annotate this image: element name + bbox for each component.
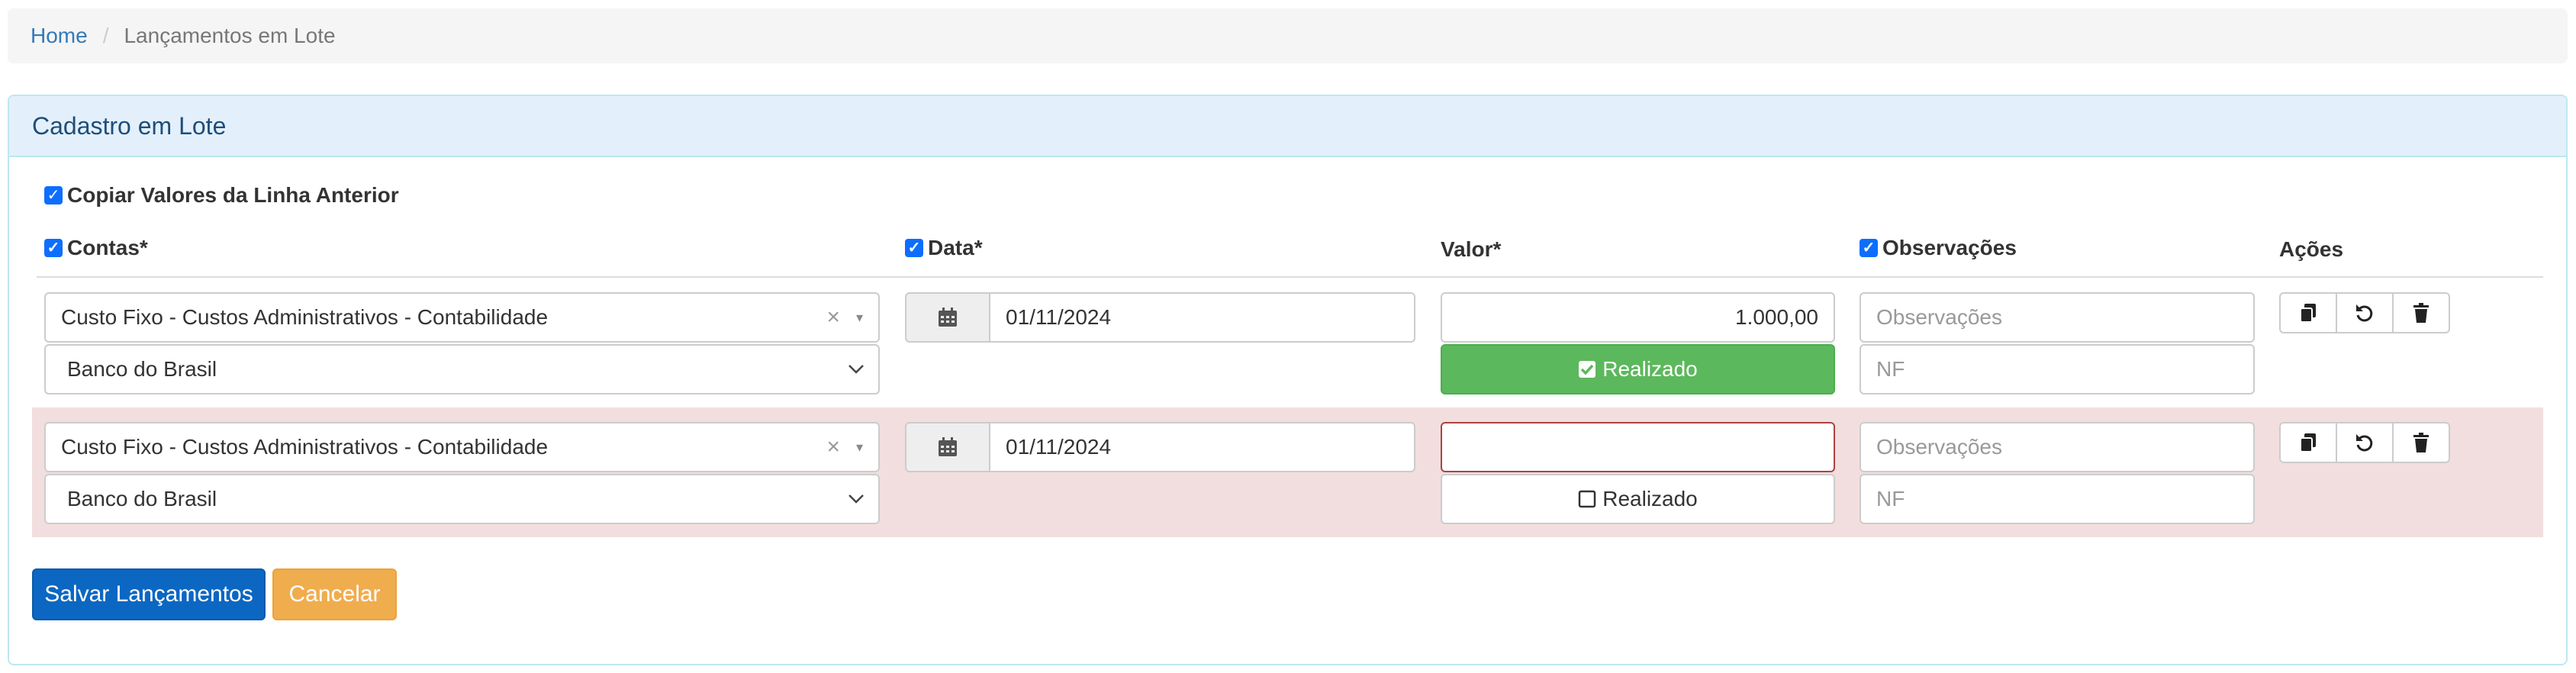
realizado-toggle[interactable]: Realizado [1441,344,1835,394]
observacoes-placeholder: Observações [1876,435,2002,459]
data-input[interactable]: 01/11/2024 [989,422,1415,472]
calendar-icon[interactable] [905,292,990,343]
duplicate-row-button[interactable] [2279,422,2337,463]
realizado-label: Realizado [1602,487,1698,510]
realizado-label: Realizado [1602,357,1698,381]
valor-input[interactable]: 1.000,00 [1441,292,1835,343]
trash-icon [2413,433,2429,452]
caret-down-icon: ▾ [855,439,863,455]
checkbox-checked-icon [1578,360,1596,378]
header-divider [37,276,2543,278]
nf-input[interactable]: NF [1860,474,2255,524]
breadcrumb: Home / Lançamentos em Lote [8,8,2568,63]
duplicate-row-button[interactable] [2279,292,2337,333]
copy-icon [2300,433,2316,452]
reset-row-button[interactable] [2336,422,2394,463]
copy-previous-checkbox[interactable]: ✓ [44,186,63,204]
conta-select-value: Custo Fixo - Custos Administrativos - Co… [61,305,549,329]
breadcrumb-separator: / [102,24,109,47]
observacoes-input[interactable]: Observações [1860,292,2255,343]
caret-down-icon: ▾ [855,309,863,325]
cancel-button[interactable]: Cancelar [272,568,397,620]
column-header-data: ✓ Data* [905,236,983,260]
column-header-acoes: Ações [2279,237,2344,261]
undo-icon [2356,304,2373,322]
data-column-checkbox[interactable]: ✓ [905,239,923,257]
chevron-down-icon [848,489,865,509]
conta-select-value: Custo Fixo - Custos Administrativos - Co… [61,435,549,459]
nf-placeholder: NF [1876,487,1905,510]
conta-select[interactable]: Custo Fixo - Custos Administrativos - Co… [44,292,880,343]
contas-column-label: Contas* [67,236,148,259]
copy-previous-option: ✓ Copiar Valores da Linha Anterior [44,183,399,208]
observacoes-input[interactable]: Observações [1860,422,2255,472]
contas-column-checkbox[interactable]: ✓ [44,239,63,257]
delete-row-button[interactable] [2392,292,2450,333]
banco-select-value: Banco do Brasil [67,357,217,381]
calendar-icon[interactable] [905,422,990,472]
banco-select-value: Banco do Brasil [67,487,217,510]
clear-icon[interactable]: × [826,304,840,330]
valor-input-value: 1.000,00 [1735,305,1818,329]
clear-icon[interactable]: × [826,434,840,460]
column-header-valor: Valor* [1441,237,1502,261]
observacoes-column-label: Observações [1882,236,2017,259]
column-header-observacoes: ✓ Observações [1860,236,2017,260]
nf-placeholder: NF [1876,357,1905,381]
copy-previous-label: Copiar Valores da Linha Anterior [67,183,399,207]
data-input-value: 01/11/2024 [1006,435,1112,459]
observacoes-placeholder: Observações [1876,305,2002,329]
undo-icon [2356,434,2373,452]
data-input[interactable]: 01/11/2024 [989,292,1415,343]
nf-input[interactable]: NF [1860,344,2255,394]
banco-select[interactable]: Banco do Brasil [44,344,880,394]
banco-select[interactable]: Banco do Brasil [44,474,880,524]
copy-icon [2300,304,2316,323]
valor-input[interactable] [1441,422,1835,472]
trash-icon [2413,303,2429,323]
save-entries-button[interactable]: Salvar Lançamentos [32,568,266,620]
realizado-toggle[interactable]: Realizado [1441,474,1835,524]
row-actions [2279,422,2450,463]
row-actions [2279,292,2450,333]
conta-select[interactable]: Custo Fixo - Custos Administrativos - Co… [44,422,880,472]
observacoes-column-checkbox[interactable]: ✓ [1860,239,1878,257]
breadcrumb-current: Lançamentos em Lote [124,24,336,47]
data-input-value: 01/11/2024 [1006,305,1112,329]
data-column-label: Data* [928,236,983,259]
column-header-contas: ✓ Contas* [44,236,148,260]
checkbox-unchecked-icon [1578,490,1596,508]
panel-title: Cadastro em Lote [9,96,2566,157]
delete-row-button[interactable] [2392,422,2450,463]
breadcrumb-home-link[interactable]: Home [31,24,88,48]
reset-row-button[interactable] [2336,292,2394,333]
chevron-down-icon [848,359,865,379]
